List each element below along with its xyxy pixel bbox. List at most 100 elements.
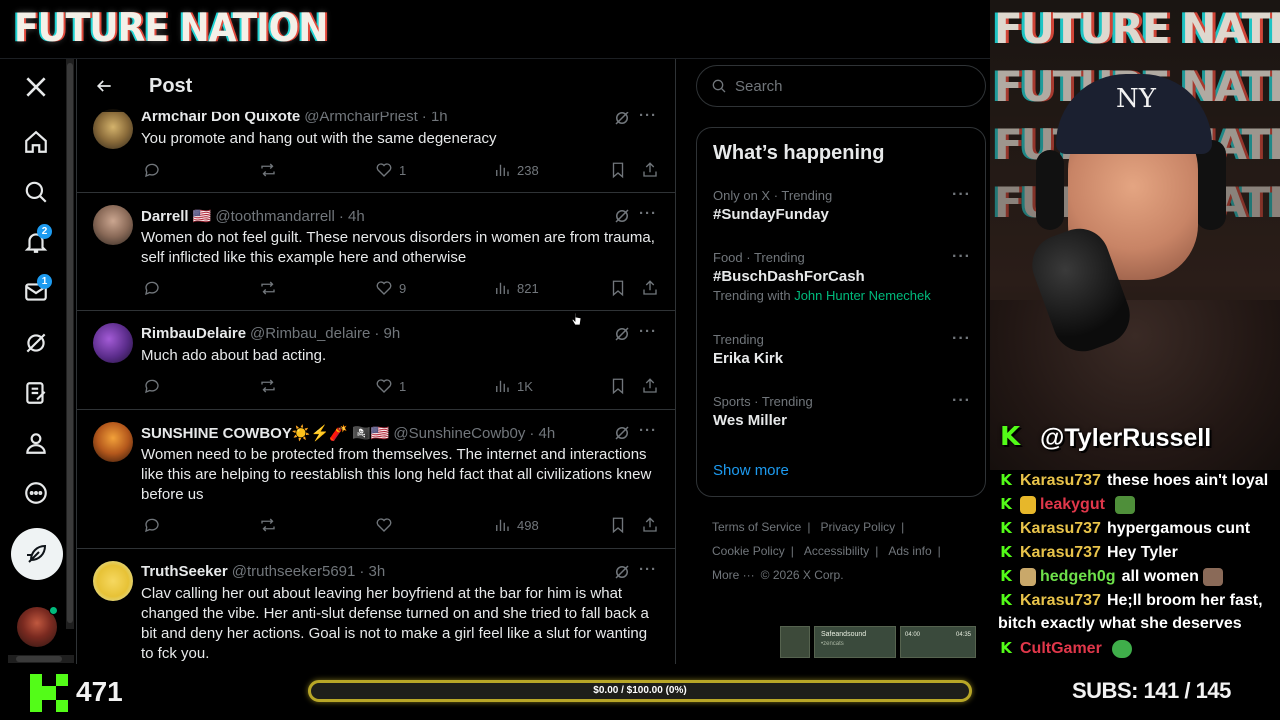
bookmark-icon[interactable]: [609, 516, 627, 534]
reply-icon[interactable]: [143, 161, 161, 179]
trend-item[interactable]: Sports · Trending Wes Miller ···: [713, 392, 971, 429]
page-title: Post: [149, 75, 193, 97]
more-icon[interactable]: ···: [639, 422, 657, 439]
avatar[interactable]: [93, 323, 133, 363]
post-time[interactable]: · 4h: [529, 425, 555, 442]
view-count: 498: [517, 517, 539, 533]
donation-goal-text: $0.00 / $100.00 (0%): [593, 685, 687, 696]
account-avatar[interactable]: [17, 606, 58, 647]
author-handle[interactable]: @truthseeker5691: [232, 563, 356, 580]
reply-icon[interactable]: [143, 377, 161, 395]
author-name[interactable]: TruthSeeker: [141, 563, 228, 580]
author-handle[interactable]: @SunshineCowb0y: [393, 425, 525, 442]
lists-icon[interactable]: [14, 371, 58, 415]
share-icon[interactable]: [641, 279, 659, 297]
mouse-cursor-icon: [572, 312, 582, 326]
reply-tweet[interactable]: Darrell 🇺🇸 @toothmandarrell · 4h ··· Wom…: [77, 193, 675, 311]
post-time[interactable]: · 4h: [339, 208, 365, 225]
more-icon[interactable]: ···: [952, 330, 971, 348]
grok-icon[interactable]: [613, 563, 631, 581]
avatar[interactable]: [93, 109, 133, 149]
privacy-link[interactable]: Privacy Policy: [820, 520, 895, 534]
back-arrow-icon[interactable]: [91, 73, 117, 99]
views-button[interactable]: 238: [493, 161, 539, 179]
chat-username: Karasu737: [1020, 592, 1101, 609]
profile-icon[interactable]: [14, 421, 58, 465]
views-button[interactable]: 1K: [493, 377, 533, 395]
bookmark-icon[interactable]: [609, 377, 627, 395]
grok-icon[interactable]: [613, 207, 631, 225]
reply-icon[interactable]: [143, 516, 161, 534]
donation-goal-bar: $0.00 / $100.00 (0%): [308, 680, 972, 702]
like-button[interactable]: 9: [375, 279, 406, 297]
chat-overlay: K @TylerRussell K Karasu737 these hoes ain…: [990, 420, 1280, 665]
grok-icon[interactable]: [613, 424, 631, 442]
avatar[interactable]: [93, 561, 133, 601]
views-button[interactable]: 821: [493, 279, 539, 297]
trend-topic: Wes Miller: [713, 412, 787, 429]
author-handle[interactable]: @Rimbau_delaire: [250, 325, 370, 342]
chat-message: K CultGamer: [998, 636, 1280, 661]
views-button[interactable]: 498: [493, 516, 539, 534]
heart-icon: [376, 379, 392, 393]
grok-icon[interactable]: [613, 325, 631, 343]
bookmark-icon[interactable]: [609, 279, 627, 297]
author-handle[interactable]: @toothmandarrell: [215, 208, 334, 225]
trend-item[interactable]: Only on X · Trending #SundayFunday ···: [713, 186, 971, 223]
trending-with-link[interactable]: John Hunter Nemechek: [794, 288, 931, 303]
repost-icon[interactable]: [259, 161, 277, 179]
more-icon[interactable]: ···: [952, 392, 971, 410]
show-more-link[interactable]: Show more: [713, 462, 789, 479]
reply-tweet[interactable]: RimbauDelaire @Rimbau_delaire · 9h ··· M…: [77, 311, 675, 410]
bar-chart-icon: [496, 380, 509, 392]
more-icon[interactable]: ···: [639, 205, 657, 222]
avatar[interactable]: [93, 422, 133, 462]
more-icon[interactable]: ···: [639, 323, 657, 340]
like-button[interactable]: [375, 516, 399, 534]
trend-item[interactable]: Food · Trending #BuschDashForCash Trendi…: [713, 248, 971, 303]
reply-icon[interactable]: [143, 279, 161, 297]
ads-info-link[interactable]: Ads info: [888, 544, 931, 558]
author-name[interactable]: Darrell 🇺🇸: [141, 207, 211, 225]
x-logo-icon[interactable]: [14, 65, 58, 109]
messages-icon[interactable]: 1: [14, 270, 58, 314]
trend-item[interactable]: Trending Erika Kirk ···: [713, 330, 971, 367]
search-input[interactable]: Search: [696, 65, 986, 107]
more-icon[interactable]: ···: [952, 248, 971, 266]
search-icon[interactable]: [14, 170, 58, 214]
share-icon[interactable]: [641, 161, 659, 179]
repost-icon[interactable]: [259, 377, 277, 395]
horizontal-scrollbar[interactable]: [8, 655, 74, 663]
more-options-icon[interactable]: [14, 471, 58, 515]
author-name[interactable]: RimbauDelaire: [141, 325, 246, 342]
nav-scrollbar[interactable]: [66, 59, 74, 629]
left-navigation: 2 1: [0, 59, 72, 664]
share-icon[interactable]: [641, 516, 659, 534]
post-time[interactable]: · 3h: [359, 563, 385, 580]
reply-tweet[interactable]: TruthSeeker @truthseeker5691 · 3h ··· Cl…: [77, 549, 675, 664]
compose-post-button[interactable]: [11, 528, 63, 580]
grok-icon[interactable]: [14, 321, 58, 365]
trend-topic: #BuschDashForCash: [713, 268, 865, 285]
more-icon[interactable]: ···: [639, 561, 657, 578]
reply-tweet[interactable]: SUNSHINE COWBOY☀️⚡️🧨 🏴‍☠️🇺🇸 @SunshineCow…: [77, 410, 675, 549]
post-time[interactable]: · 9h: [374, 325, 400, 342]
like-button[interactable]: 1: [375, 377, 406, 395]
feather-icon: [27, 544, 47, 563]
home-icon[interactable]: [14, 120, 58, 164]
accessibility-link[interactable]: Accessibility: [804, 544, 869, 558]
bookmark-icon[interactable]: [609, 161, 627, 179]
x-app-window: 2 1 Post Armchair Don Quixote @ArmchairP…: [0, 58, 990, 664]
more-icon[interactable]: ···: [952, 186, 971, 204]
repost-icon[interactable]: [259, 516, 277, 534]
avatar[interactable]: [93, 205, 133, 245]
notifications-icon[interactable]: 2: [14, 220, 58, 264]
author-name[interactable]: SUNSHINE COWBOY☀️⚡️🧨 🏴‍☠️🇺🇸: [141, 424, 389, 442]
cookie-link[interactable]: Cookie Policy: [712, 544, 785, 558]
terms-link[interactable]: Terms of Service: [712, 520, 801, 534]
more-link[interactable]: More ···: [712, 568, 755, 582]
trends-title: What’s happening: [713, 142, 885, 164]
share-icon[interactable]: [641, 377, 659, 395]
repost-icon[interactable]: [259, 279, 277, 297]
like-button[interactable]: 1: [375, 161, 406, 179]
